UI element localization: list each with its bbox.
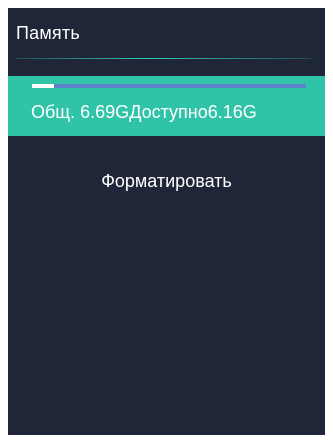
storage-used-fill (32, 84, 54, 88)
storage-progress-bar (32, 84, 306, 88)
available-label: Доступно (129, 102, 208, 122)
format-button[interactable]: Форматировать (8, 166, 325, 196)
page-title: Память (16, 23, 80, 43)
storage-summary: Общ. 6.69GДоступно6.16G (31, 102, 257, 123)
total-value: 6.69G (80, 102, 130, 122)
available-value: 6.16G (207, 102, 257, 122)
header-divider (16, 58, 311, 59)
total-label: Общ. (31, 102, 76, 122)
storage-info-row[interactable]: Общ. 6.69GДоступно6.16G (8, 76, 325, 136)
memory-settings-panel: Память Общ. 6.69GДоступно6.16G Форматиро… (8, 8, 325, 435)
